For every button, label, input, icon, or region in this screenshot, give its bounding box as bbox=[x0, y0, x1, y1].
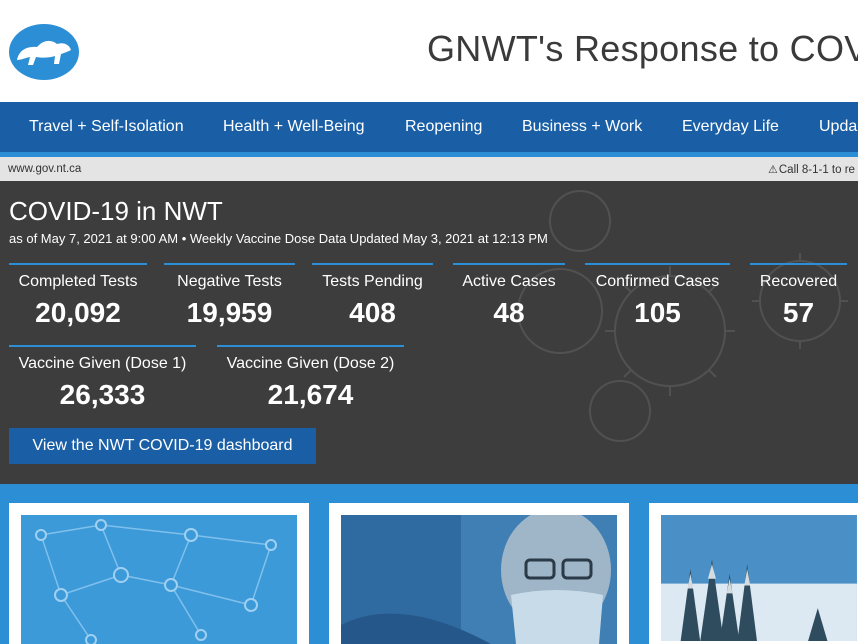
stat-value: 48 bbox=[493, 297, 525, 328]
stat-active-cases: Active Cases 48 bbox=[453, 263, 565, 329]
stat-value: 21,674 bbox=[267, 379, 354, 410]
stat-label: Confirmed Cases bbox=[595, 273, 720, 290]
stat-value: 20,092 bbox=[35, 297, 121, 328]
card-winter-landscape[interactable] bbox=[649, 503, 858, 644]
domain-link[interactable]: www.gov.nt.ca bbox=[8, 163, 81, 175]
page-title: GNWT's Response to COV bbox=[427, 28, 858, 69]
main-nav: Travel + Self-Isolation Health + Well-Be… bbox=[0, 102, 858, 152]
stat-label: Completed Tests bbox=[18, 273, 138, 290]
card-network[interactable] bbox=[9, 503, 309, 644]
stat-label: Tests Pending bbox=[322, 273, 423, 290]
winter-landscape-image bbox=[661, 515, 857, 642]
stat-recovered: Recovered 57 bbox=[750, 263, 847, 329]
virus-background-icon bbox=[517, 190, 848, 442]
stat-negative-tests: Negative Tests 19,959 bbox=[164, 263, 295, 329]
call-text: Call 8-1-1 to re bbox=[778, 164, 855, 176]
stat-label: Active Cases bbox=[462, 273, 556, 290]
stat-label: Vaccine Given (Dose 2) bbox=[226, 355, 395, 372]
cards-section bbox=[0, 484, 858, 644]
nav-updates[interactable]: Upda bbox=[819, 118, 857, 136]
stat-value: 105 bbox=[634, 297, 681, 328]
nav-travel-self-isolation[interactable]: Travel + Self-Isolation bbox=[29, 118, 184, 136]
info-bar: www.gov.nt.ca ⚠Call 8-1-1 to re bbox=[0, 157, 858, 181]
health-worker-image bbox=[341, 515, 617, 644]
covid-title: COVID-19 in NWT bbox=[9, 196, 223, 226]
stat-value: 19,959 bbox=[186, 297, 273, 328]
call-notice[interactable]: ⚠Call 8-1-1 to re bbox=[768, 163, 855, 176]
covid-updated-date: as of May 7, 2021 at 9:00 AM • Weekly Va… bbox=[9, 231, 548, 246]
stat-confirmed-cases: Confirmed Cases 105 bbox=[585, 263, 730, 329]
site-header: GNWT's Response to COV bbox=[0, 0, 858, 102]
nav-reopening[interactable]: Reopening bbox=[405, 118, 482, 136]
nav-business-work[interactable]: Business + Work bbox=[522, 118, 642, 136]
covid-stats-panel: COVID-19 in NWT as of May 7, 2021 at 9:0… bbox=[0, 181, 858, 484]
polar-bear-icon[interactable] bbox=[9, 20, 79, 80]
stat-vaccine-dose-2: Vaccine Given (Dose 2) 21,674 bbox=[217, 345, 404, 411]
card-health-worker[interactable] bbox=[329, 503, 629, 644]
stat-label: Negative Tests bbox=[177, 273, 282, 290]
stat-label: Vaccine Given (Dose 1) bbox=[18, 355, 187, 372]
network-image bbox=[21, 515, 297, 644]
stat-completed-tests: Completed Tests 20,092 bbox=[9, 263, 147, 329]
stat-value: 26,333 bbox=[59, 379, 146, 410]
dashboard-button[interactable]: View the NWT COVID-19 dashboard bbox=[9, 428, 316, 464]
stat-label: Recovered bbox=[759, 273, 838, 290]
stat-vaccine-dose-1: Vaccine Given (Dose 1) 26,333 bbox=[9, 345, 196, 411]
stat-tests-pending: Tests Pending 408 bbox=[312, 263, 433, 329]
nav-health-well-being[interactable]: Health + Well-Being bbox=[223, 118, 365, 136]
warning-icon: ⚠ bbox=[768, 164, 778, 176]
stat-value: 57 bbox=[782, 297, 815, 328]
stat-value: 408 bbox=[349, 297, 396, 328]
nav-everyday-life[interactable]: Everyday Life bbox=[682, 118, 779, 136]
